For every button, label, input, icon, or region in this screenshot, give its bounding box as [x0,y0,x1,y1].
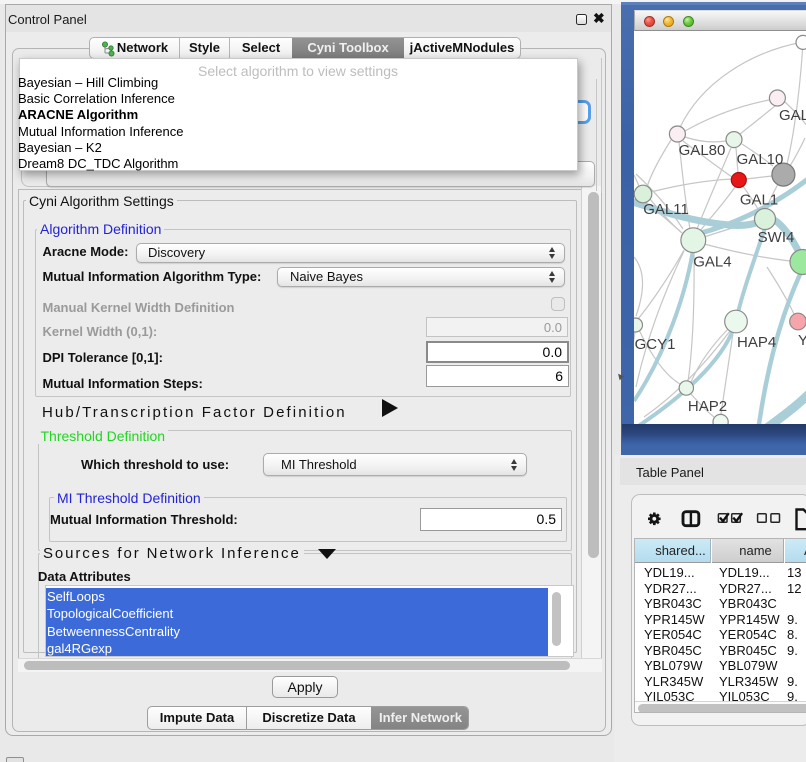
svg-text:GAL10: GAL10 [737,151,784,168]
svg-text:GAL11: GAL11 [643,201,689,218]
svg-text:HAP2: HAP2 [688,398,727,415]
svg-text:Y: Y [798,332,806,349]
svg-text:GCY1: GCY1 [635,336,676,353]
svg-text:HAP4: HAP4 [737,334,776,351]
svg-text:GAL80: GAL80 [679,142,726,159]
svg-text:SWI4: SWI4 [758,229,795,246]
svg-text:GAL1: GAL1 [740,192,778,209]
svg-text:GAL2: GAL2 [779,107,806,124]
svg-text:GAL4: GAL4 [693,254,731,271]
